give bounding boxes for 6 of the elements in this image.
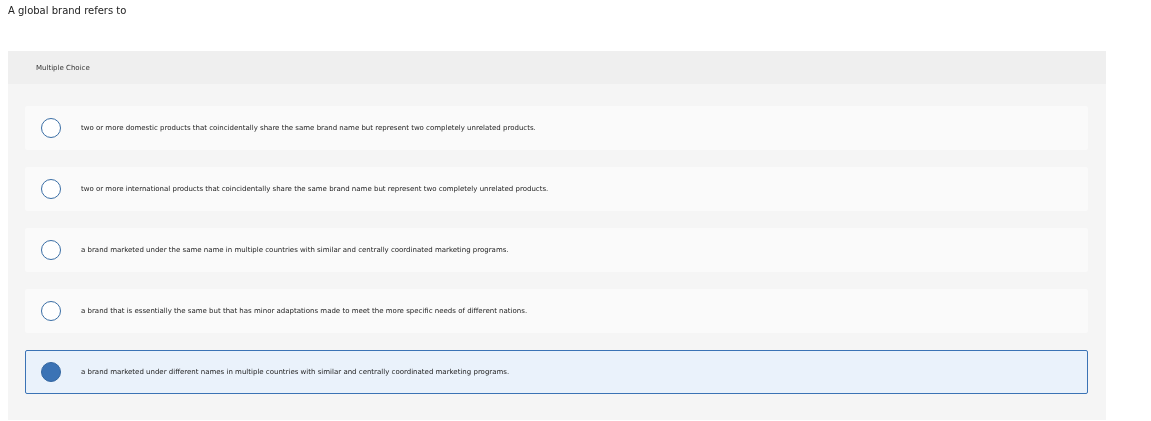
radio-button[interactable] <box>41 362 61 382</box>
radio-button[interactable] <box>41 240 61 260</box>
radio-button[interactable] <box>41 118 61 138</box>
question-text: A global brand refers to <box>8 4 128 18</box>
radio-button[interactable] <box>41 301 61 321</box>
radio-button[interactable] <box>41 179 61 199</box>
